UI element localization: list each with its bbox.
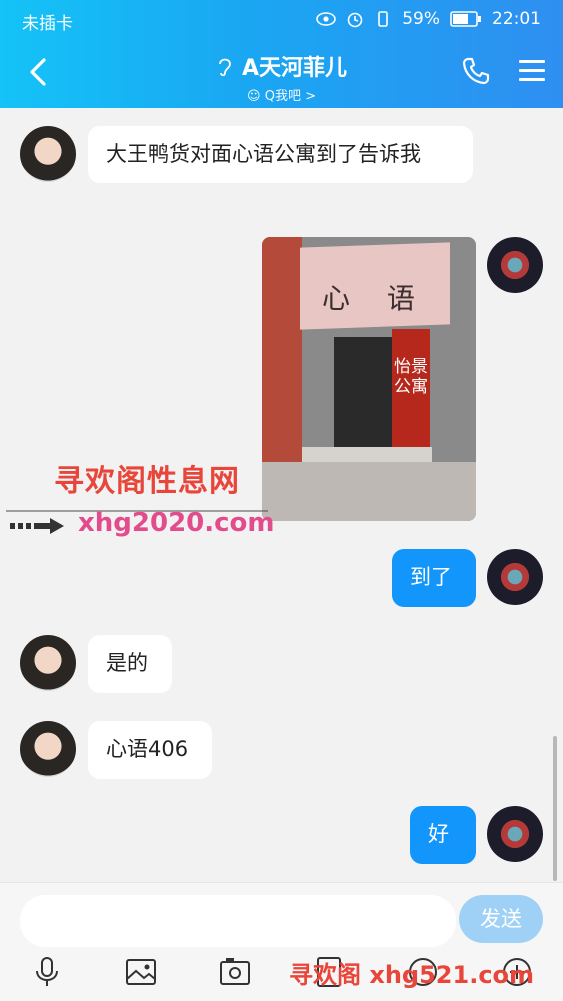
chat-header: 未插卡 59% 22:01 A天河菲儿 ☺ Q我吧 > bbox=[0, 0, 563, 108]
avatar[interactable] bbox=[487, 806, 543, 862]
image-sign-text: 心 语 bbox=[322, 282, 429, 315]
phone-call-icon[interactable] bbox=[461, 56, 491, 86]
avatar[interactable] bbox=[487, 549, 543, 605]
message-bubble: 心语406 bbox=[88, 721, 212, 779]
avatar[interactable] bbox=[20, 126, 76, 182]
scrollbar[interactable] bbox=[553, 736, 557, 881]
image-message[interactable]: 心 语 怡景公寓 bbox=[262, 237, 476, 521]
battery-icon bbox=[450, 11, 481, 27]
carrier-label: 未插卡 bbox=[22, 14, 73, 34]
smile-emoji-icon: ☺ bbox=[247, 89, 261, 104]
watermark-text: 寻欢阁性息网 bbox=[54, 464, 240, 499]
avatar[interactable] bbox=[20, 721, 76, 777]
menu-icon[interactable] bbox=[519, 60, 545, 82]
vibrate-icon bbox=[378, 11, 389, 27]
message-bubble: 大王鸭货对面心语公寓到了告诉我 bbox=[88, 126, 473, 183]
contact-name-text: A天河菲儿 bbox=[241, 56, 348, 81]
watermark-bottom: 寻欢阁 xhg521.com bbox=[289, 961, 535, 989]
battery-percent: 59% bbox=[402, 9, 440, 29]
status-bar: 未插卡 59% 22:01 bbox=[0, 0, 563, 38]
avatar[interactable] bbox=[20, 635, 76, 691]
arrow-right-icon bbox=[10, 518, 64, 534]
contact-name[interactable]: A天河菲儿 bbox=[216, 50, 347, 82]
message-input[interactable] bbox=[20, 895, 456, 947]
send-button[interactable]: 发送 bbox=[459, 895, 543, 943]
eye-icon bbox=[316, 12, 337, 26]
message-bubble: 好 bbox=[410, 806, 476, 864]
message-bubble: 是的 bbox=[88, 635, 172, 693]
contact-subtitle[interactable]: ☺ Q我吧 > bbox=[0, 85, 563, 104]
camera-icon[interactable] bbox=[218, 955, 252, 989]
navbar: A天河菲儿 ☺ Q我吧 > bbox=[0, 40, 563, 108]
ear-icon bbox=[219, 58, 231, 77]
picture-icon[interactable] bbox=[124, 955, 158, 989]
image-banner-text: 怡景公寓 bbox=[394, 357, 428, 397]
alarm-icon bbox=[347, 12, 363, 28]
watermark-url: xhg2020.com bbox=[78, 508, 275, 538]
microphone-icon[interactable] bbox=[30, 955, 64, 989]
avatar[interactable] bbox=[487, 237, 543, 293]
message-bubble: 到了 bbox=[392, 549, 476, 607]
clock: 22:01 bbox=[492, 9, 541, 29]
